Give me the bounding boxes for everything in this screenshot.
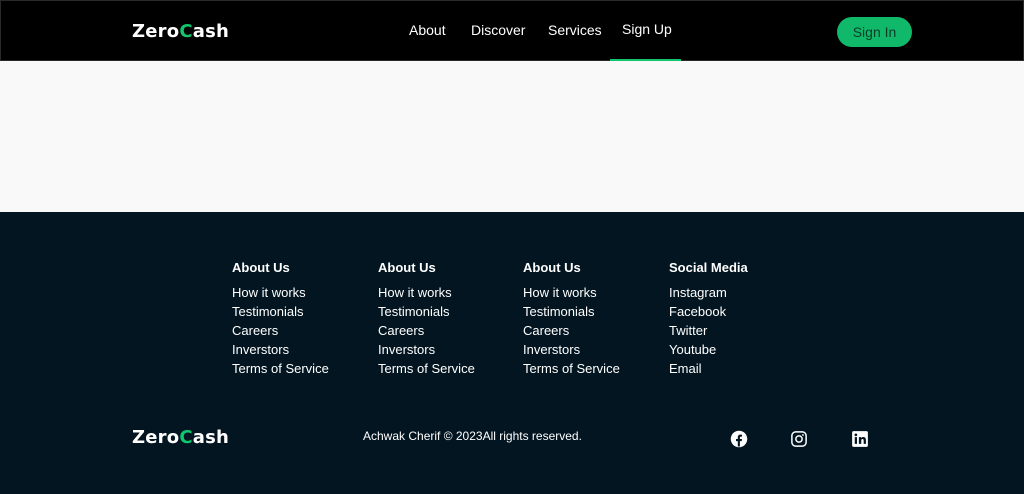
facebook-icon[interactable] [730, 430, 748, 448]
logo-text-accent: C [179, 427, 193, 448]
footer-link-youtube[interactable]: Youtube [669, 340, 748, 359]
footer-column-about-3: About Us How it works Testimonials Caree… [523, 260, 620, 378]
logo-text-accent: C [179, 21, 193, 42]
sign-in-button[interactable]: Sign In [837, 17, 912, 47]
instagram-icon[interactable] [790, 430, 808, 448]
footer: About Us How it works Testimonials Caree… [0, 212, 1024, 494]
footer-column-title: About Us [523, 260, 581, 275]
nav-link-about[interactable]: About [409, 22, 446, 38]
footer-link-testimonials[interactable]: Testimonials [523, 302, 620, 321]
footer-column-about-1: About Us How it works Testimonials Caree… [232, 260, 329, 378]
footer-column-title: About Us [378, 260, 436, 275]
brand-logo[interactable]: ZeroCash [132, 21, 229, 42]
footer-link-investors[interactable]: Inverstors [523, 340, 620, 359]
nav-link-signup[interactable]: Sign Up [622, 21, 672, 37]
logo-text-part3: ash [192, 427, 230, 448]
footer-link-how-it-works[interactable]: How it works [232, 283, 329, 302]
footer-link-terms[interactable]: Terms of Service [378, 359, 475, 378]
footer-link-testimonials[interactable]: Testimonials [378, 302, 475, 321]
footer-link-facebook[interactable]: Facebook [669, 302, 748, 321]
footer-link-careers[interactable]: Careers [232, 321, 329, 340]
footer-link-instagram[interactable]: Instagram [669, 283, 748, 302]
main-content [0, 61, 1024, 212]
footer-link-terms[interactable]: Terms of Service [232, 359, 329, 378]
footer-link-how-it-works[interactable]: How it works [378, 283, 475, 302]
linkedin-icon[interactable] [851, 430, 869, 448]
footer-link-investors[interactable]: Inverstors [378, 340, 475, 359]
footer-link-twitter[interactable]: Twitter [669, 321, 748, 340]
footer-link-careers[interactable]: Careers [523, 321, 620, 340]
footer-column-social-media: Social Media Instagram Facebook Twitter … [669, 260, 748, 378]
footer-column-title: Social Media [669, 260, 748, 275]
logo-text-part1: Zero [132, 427, 180, 448]
logo-text-part1: Zero [132, 21, 180, 42]
footer-link-email[interactable]: Email [669, 359, 748, 378]
logo-text-part3: ash [192, 21, 230, 42]
footer-column-title: About Us [232, 260, 290, 275]
footer-link-terms[interactable]: Terms of Service [523, 359, 620, 378]
footer-brand-logo[interactable]: ZeroCash [132, 427, 229, 448]
nav-link-discover[interactable]: Discover [471, 22, 525, 38]
footer-link-testimonials[interactable]: Testimonials [232, 302, 329, 321]
copyright-text: Achwak Cherif © 2023All rights reserved. [363, 429, 582, 443]
footer-link-how-it-works[interactable]: How it works [523, 283, 620, 302]
footer-link-careers[interactable]: Careers [378, 321, 475, 340]
top-navbar: ZeroCash About Discover Services Sign Up… [0, 0, 1024, 62]
footer-column-about-2: About Us How it works Testimonials Caree… [378, 260, 475, 378]
footer-link-investors[interactable]: Inverstors [232, 340, 329, 359]
nav-link-services[interactable]: Services [548, 22, 602, 38]
